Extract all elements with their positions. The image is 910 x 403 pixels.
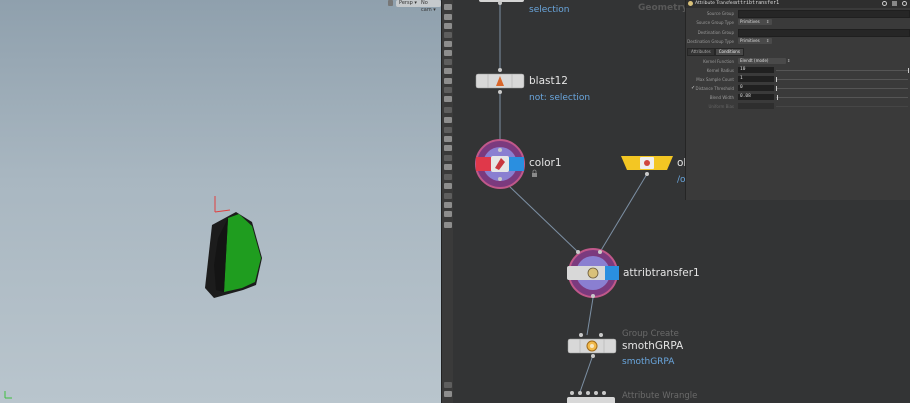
distance-threshold-field[interactable]: 0 bbox=[738, 85, 774, 91]
attribtransfer-node-name[interactable]: attribtransfer1 bbox=[623, 267, 700, 279]
group-tool-icon[interactable] bbox=[444, 193, 452, 199]
blend-width-slider[interactable] bbox=[776, 95, 908, 100]
gear-icon[interactable] bbox=[882, 1, 887, 6]
3d-viewport[interactable]: Persp ▾ No cam ▾ bbox=[0, 0, 441, 403]
network-context-label: Geometry bbox=[638, 3, 688, 13]
blast-node-group: not: selection bbox=[529, 93, 591, 103]
parameter-header: Attribute Transfer attribtransfer1 bbox=[686, 0, 910, 8]
pin-tool-icon[interactable] bbox=[444, 183, 452, 189]
kernel-function-label: Kernel Function bbox=[703, 59, 734, 64]
uniform-bias-label: Uniform Bias bbox=[708, 104, 734, 109]
attribute-wrangle-node bbox=[567, 391, 615, 403]
kernel-function-dropdown[interactable]: Elendt (mode) bbox=[738, 58, 786, 64]
tab-attributes[interactable]: Attributes bbox=[687, 48, 715, 56]
source-group-type-label: Source Group Type bbox=[696, 20, 734, 25]
destination-group-label: Destination Group bbox=[697, 30, 734, 35]
parameter-panel: Attribute Transfer attribtransfer1 Sourc… bbox=[685, 0, 910, 200]
settings-tool-icon[interactable] bbox=[444, 391, 452, 397]
kernel-radius-slider[interactable] bbox=[776, 68, 909, 73]
kernel-radius-field[interactable]: 10 bbox=[738, 67, 774, 73]
color-node-name[interactable]: color1 bbox=[529, 157, 562, 169]
blast-node-name[interactable]: blast12 bbox=[529, 75, 568, 87]
max-sample-count-row: Max Sample Count 1 bbox=[686, 76, 910, 84]
select-tool-icon[interactable] bbox=[444, 4, 452, 10]
source-group-label: Source Group bbox=[706, 11, 734, 16]
destination-group-type-row: Destination Group Type Primitives ⇕ bbox=[686, 38, 910, 46]
kernel-radius-row: Kernel Radius 10 bbox=[686, 67, 910, 75]
align-tool-icon[interactable] bbox=[444, 164, 452, 170]
group-create-node-type: Group Create bbox=[622, 329, 679, 339]
search-icon[interactable] bbox=[902, 1, 907, 6]
top-node bbox=[479, 0, 524, 5]
attribtransfer-node bbox=[567, 248, 619, 298]
destination-group-type-label: Destination Group Type bbox=[687, 39, 734, 44]
ghost-tool-icon[interactable] bbox=[444, 107, 452, 113]
wireframe-tool-icon[interactable] bbox=[444, 78, 452, 84]
color-node bbox=[475, 139, 525, 189]
max-sample-count-slider[interactable] bbox=[776, 77, 908, 82]
blend-width-row: Blend Width 0.08 bbox=[686, 94, 910, 102]
node-type-icon bbox=[688, 1, 693, 6]
world-axes-icon bbox=[4, 391, 12, 399]
group-create-node-name[interactable]: smothGRPA bbox=[622, 340, 683, 352]
render-tool-icon[interactable] bbox=[444, 222, 452, 228]
shading-tool-icon[interactable] bbox=[444, 68, 452, 74]
photo-tool-icon[interactable] bbox=[444, 211, 452, 217]
blend-width-field[interactable]: 0.08 bbox=[738, 94, 774, 100]
display-tool-icon[interactable] bbox=[444, 59, 452, 65]
normals-tool-icon[interactable] bbox=[444, 96, 452, 102]
parameter-tabs: Attributes Conditions bbox=[687, 48, 744, 56]
top-node-group-label: selection bbox=[529, 5, 570, 15]
object-merge-node bbox=[621, 156, 673, 176]
max-sample-count-label: Max Sample Count bbox=[696, 77, 734, 82]
measure-tool-icon[interactable] bbox=[444, 127, 452, 133]
attribute-wrangle-node-type: Attribute Wrangle bbox=[622, 391, 698, 401]
kernel-radius-label: Kernel Radius bbox=[706, 68, 734, 73]
source-group-type-row: Source Group Type Primitives ⇕ bbox=[686, 19, 910, 27]
parameter-node-name[interactable]: attribtransfer1 bbox=[734, 0, 779, 6]
dropdown-arrow-icon: ⇕ bbox=[787, 58, 791, 63]
info-tool-icon[interactable] bbox=[444, 382, 452, 388]
grid-tool-icon[interactable] bbox=[444, 32, 452, 38]
max-sample-count-field[interactable]: 1 bbox=[738, 76, 774, 82]
source-group-field[interactable] bbox=[738, 10, 910, 18]
node-lock-icon bbox=[532, 169, 537, 177]
destination-group-row: Destination Group bbox=[686, 29, 910, 37]
uniform-bias-row: Uniform Bias bbox=[686, 103, 910, 111]
destination-group-field[interactable] bbox=[738, 29, 910, 37]
blend-width-label: Blend Width bbox=[709, 95, 734, 100]
uniform-bias-slider bbox=[776, 106, 908, 107]
brush-tool-icon[interactable] bbox=[444, 117, 452, 123]
uniform-bias-field bbox=[738, 103, 774, 109]
dropdown-arrow-icon: ⇕ bbox=[766, 19, 770, 24]
help-icon[interactable] bbox=[892, 1, 897, 6]
edit-tool-icon[interactable] bbox=[444, 202, 452, 208]
light-tool-icon[interactable] bbox=[444, 50, 452, 56]
view-tool-icon[interactable] bbox=[444, 14, 452, 20]
viewport-scene bbox=[4, 196, 262, 399]
blast-node bbox=[475, 68, 525, 94]
group-create-node-group: smothGRPA bbox=[622, 357, 675, 367]
distance-threshold-row: ✓ Distance Threshold 0 bbox=[686, 85, 910, 93]
tab-conditions[interactable]: Conditions bbox=[714, 48, 744, 56]
group-create-node bbox=[567, 333, 617, 358]
box-tool-icon[interactable] bbox=[444, 145, 452, 151]
distance-threshold-checkbox[interactable]: ✓ bbox=[691, 86, 695, 91]
link-tool-icon[interactable] bbox=[444, 174, 452, 180]
points-tool-icon[interactable] bbox=[444, 87, 452, 93]
transform-handle-icon bbox=[214, 196, 231, 213]
kernel-function-row: Kernel Function Elendt (mode) ⇕ bbox=[686, 58, 910, 66]
distance-threshold-label: Distance Threshold bbox=[695, 86, 734, 91]
pen-tool-icon[interactable] bbox=[444, 136, 452, 142]
distance-threshold-slider[interactable] bbox=[776, 86, 908, 91]
geometry-mesh bbox=[205, 212, 262, 298]
dropdown-arrow-icon: ⇕ bbox=[766, 38, 770, 43]
lasso-tool-icon[interactable] bbox=[444, 155, 452, 161]
camera-tool-icon[interactable] bbox=[444, 41, 452, 47]
parameter-node-type: Attribute Transfer bbox=[695, 1, 735, 6]
snap-tool-icon[interactable] bbox=[444, 23, 452, 29]
source-group-row: Source Group bbox=[686, 10, 910, 18]
